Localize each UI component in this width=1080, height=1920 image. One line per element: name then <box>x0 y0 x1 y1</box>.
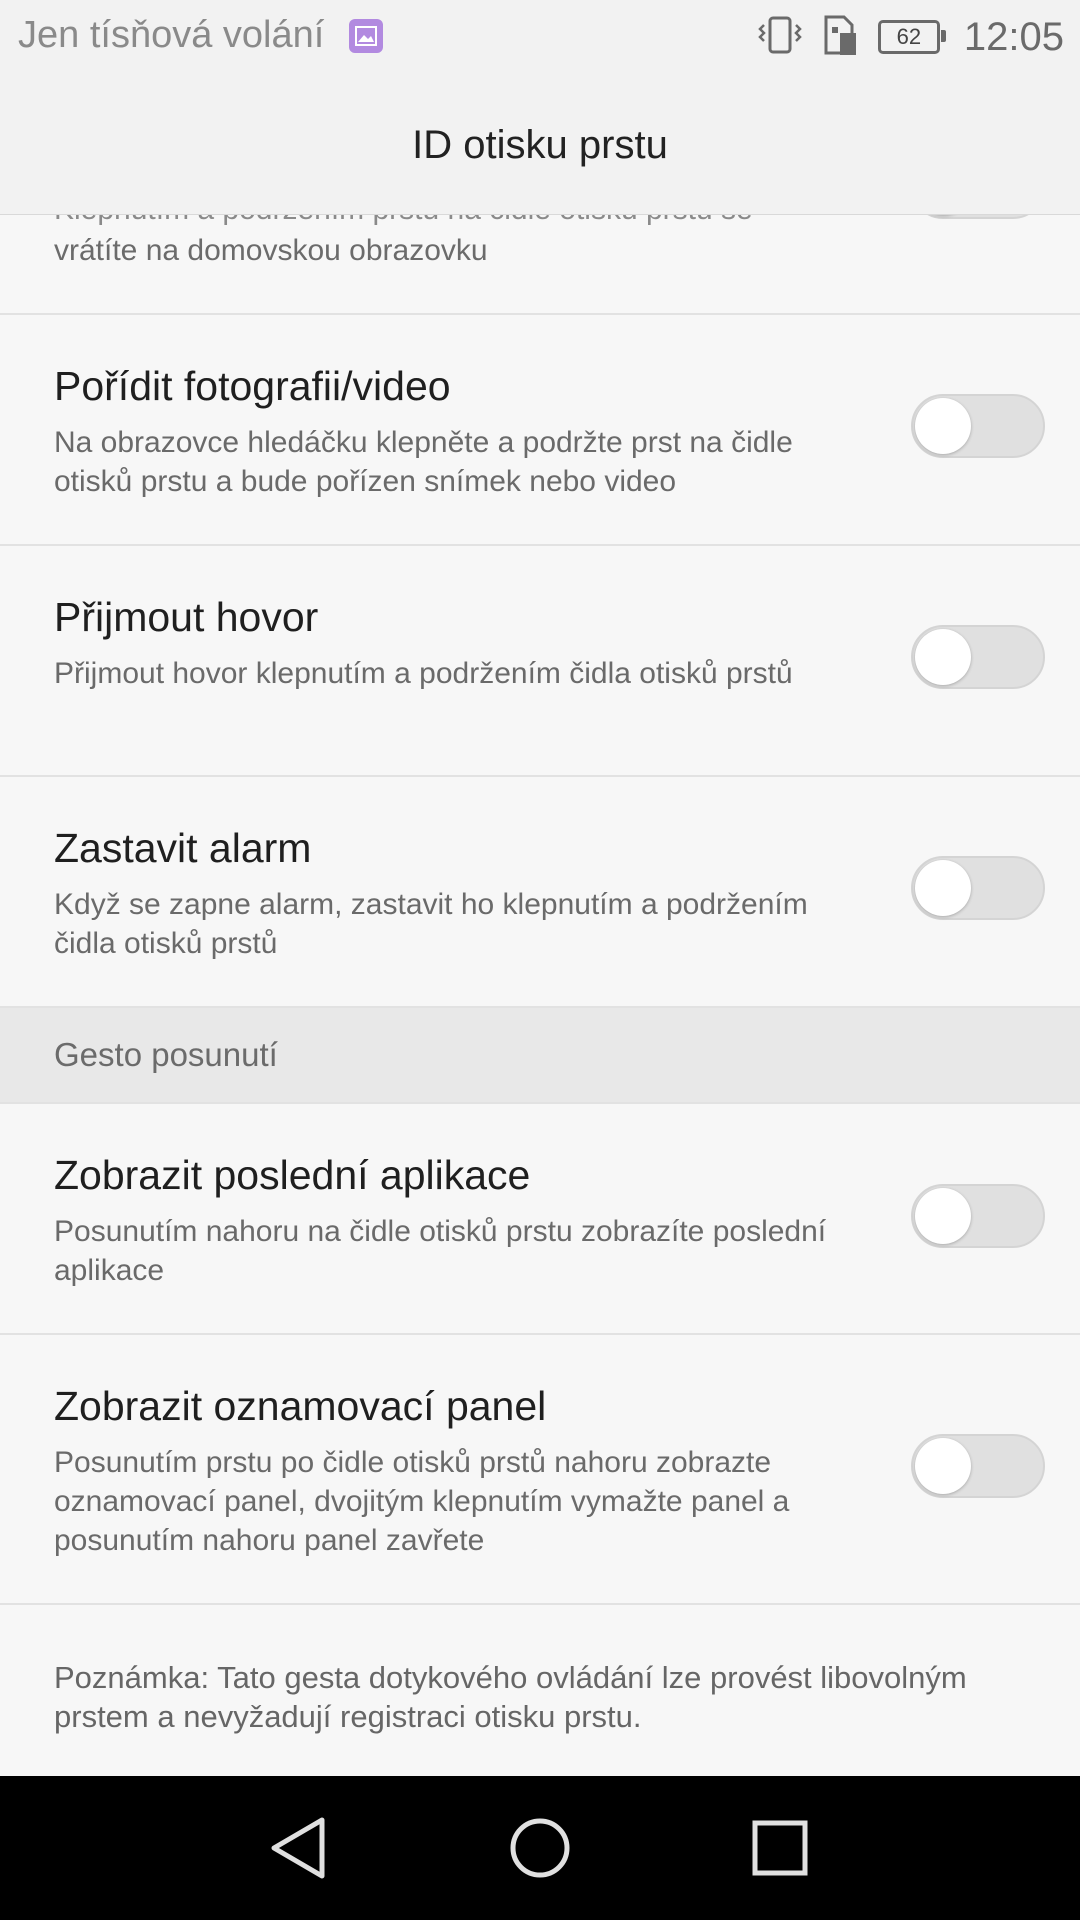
item-description: Na obrazovce hledáčku klepněte a podržte… <box>54 426 793 498</box>
image-notification-icon <box>349 19 383 53</box>
note-text: Poznámka: Tato gesta dotykového ovládání… <box>54 1660 967 1734</box>
toggle-knob <box>915 1438 971 1494</box>
item-title: Zastavit alarm <box>54 825 312 871</box>
status-bar: Jen tísňová volání 62 12:05 <box>0 0 1080 74</box>
item-title: Zobrazit oznamovací panel <box>54 1383 547 1429</box>
item-description: Posunutím nahoru na čidle otisků prstu z… <box>54 1215 827 1287</box>
title-bar: ID otisku prstu <box>0 74 1080 215</box>
toggle-knob <box>915 860 971 916</box>
toggle-knob <box>915 398 971 454</box>
item-description-line1: Klepnutím a podržením prstu na čidle oti… <box>54 215 854 227</box>
page-title: ID otisku prstu <box>412 123 668 167</box>
item-title: Přijmout hovor <box>54 594 319 640</box>
list-item-notification-panel[interactable]: Zobrazit oznamovací panel Posunutím prst… <box>0 1335 1080 1605</box>
item-description: Když se zapne alarm, zastavit ho klepnut… <box>54 888 808 960</box>
list-item-stop-alarm[interactable]: Zastavit alarm Když se zapne alarm, zast… <box>0 777 1080 1008</box>
toggle-knob <box>915 629 971 685</box>
item-description: Přijmout hovor klepnutím a podržením čid… <box>54 657 793 690</box>
list-item-answer-call[interactable]: Přijmout hovor Přijmout hovor klepnutím … <box>0 546 1080 777</box>
stop-alarm-toggle[interactable] <box>911 856 1045 920</box>
partial-toggle[interactable] <box>911 215 1045 219</box>
home-icon[interactable] <box>504 1812 576 1884</box>
item-description-line2: vrátíte na domovskou obrazovku <box>54 234 488 267</box>
notification-panel-toggle[interactable] <box>911 1434 1045 1498</box>
item-title: Zobrazit poslední aplikace <box>54 1152 531 1198</box>
vibrate-icon <box>758 15 802 60</box>
list-item-photo-video[interactable]: Pořídit fotografii/video Na obrazovce hl… <box>0 315 1080 546</box>
photo-video-toggle[interactable] <box>911 394 1045 458</box>
recent-apps-toggle[interactable] <box>911 1184 1045 1248</box>
battery-icon: 62 <box>877 20 946 54</box>
carrier-text: Jen tísňová volání <box>18 14 325 56</box>
section-header-swipe: Gesto posunutí <box>0 1008 1080 1104</box>
sim-icon <box>820 13 860 62</box>
clock: 12:05 <box>963 14 1064 59</box>
battery-level: 62 <box>896 24 922 49</box>
settings-list[interactable]: Klepnutím a podržením prstu na čidle oti… <box>0 215 1080 1736</box>
navigation-bar <box>0 1776 1080 1920</box>
section-label: Gesto posunutí <box>54 1036 278 1073</box>
recents-icon[interactable] <box>744 1812 816 1884</box>
list-item-recent-apps[interactable]: Zobrazit poslední aplikace Posunutím nah… <box>0 1104 1080 1335</box>
toggle-knob <box>915 1188 971 1244</box>
list-item-partial[interactable]: Klepnutím a podržením prstu na čidle oti… <box>0 215 1080 315</box>
back-icon[interactable] <box>264 1812 336 1884</box>
item-title: Pořídit fotografii/video <box>54 363 451 409</box>
answer-call-toggle[interactable] <box>911 625 1045 689</box>
item-description: Posunutím prstu po čidle otisků prstů na… <box>54 1446 790 1557</box>
